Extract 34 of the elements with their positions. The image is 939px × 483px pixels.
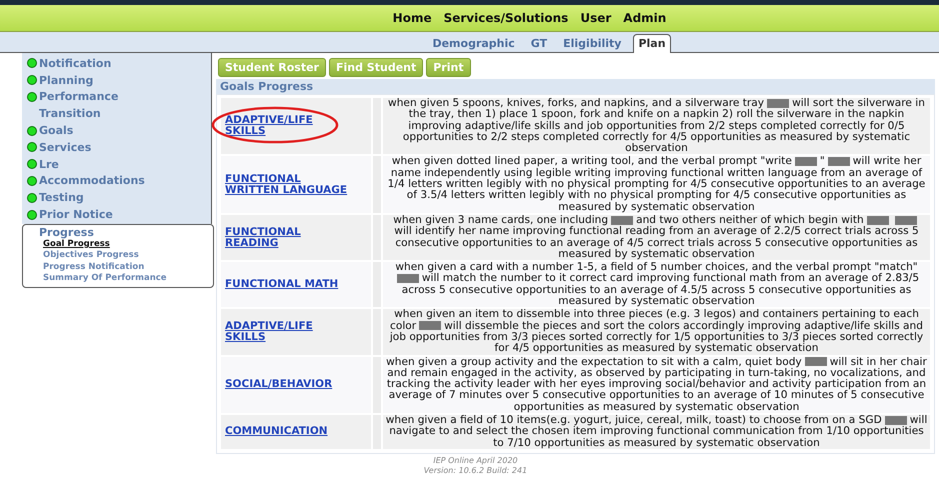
- goal-area-link[interactable]: FUNCTIONAL MATH: [225, 279, 338, 290]
- menu-link[interactable]: Services/Solutions: [444, 11, 568, 25]
- goal-area-link[interactable]: FUNCTIONAL WRITTEN LANGUAGE: [225, 174, 350, 196]
- goal-text: when given a field of 10 items(e.g. yogurt, juice, cereal, milk, toast) to choose from on a SGD will navigate to and select the chosen item improving functional communication from 1/10 opportunities to 7/10 opportunities as measured by systematic observation: [385, 415, 928, 449]
- goal-area-link[interactable]: SOCIAL/BEHAVIOR: [225, 379, 332, 390]
- footer-text: IEP Online April 2020: [433, 456, 518, 466]
- sidebar-item[interactable]: Goals: [39, 124, 74, 138]
- sidebar-item[interactable]: Accommodations: [39, 174, 145, 188]
- tab[interactable]: Eligibility: [559, 35, 626, 52]
- submenu-title: Progress: [38, 226, 95, 239]
- sidebar-item[interactable]: Prior Notice: [39, 208, 113, 222]
- goal-area-link[interactable]: ADAPTIVE/LIFE SKILLS: [225, 115, 350, 138]
- sidebar-item[interactable]: Testing: [39, 191, 84, 204]
- menu-link[interactable]: User: [580, 11, 612, 25]
- sidebar-item[interactable]: Transition: [39, 107, 101, 120]
- tab[interactable]: Plan: [633, 34, 671, 53]
- submenu-item[interactable]: Summary Of Performance: [43, 272, 209, 284]
- menu-link[interactable]: Home: [392, 11, 432, 25]
- sidebar-item[interactable]: Services: [39, 140, 92, 154]
- goal-area-link[interactable]: ADAPTIVE/LIFE SKILLS: [225, 320, 350, 343]
- sidebar-item[interactable]: Planning: [39, 74, 94, 87]
- tab[interactable]: GT: [526, 35, 552, 52]
- footer-text: Version: 10.6.2 Build: 241: [424, 466, 528, 476]
- sidebar-item[interactable]: Performance: [39, 90, 118, 104]
- tab[interactable]: Demographic: [428, 35, 519, 52]
- menu-link[interactable]: Admin: [623, 11, 666, 25]
- submenu-item[interactable]: Progress Notification: [43, 262, 209, 273]
- section-title: Goals Progress: [220, 80, 314, 93]
- sidebar-item[interactable]: Lre: [39, 158, 59, 171]
- sidebar-item[interactable]: Notification: [39, 56, 112, 70]
- goal-area-link[interactable]: COMMUNICATION: [225, 426, 328, 438]
- submenu-item[interactable]: Objectives Progress: [43, 250, 209, 262]
- goal-area-link[interactable]: FUNCTIONAL READING: [225, 226, 350, 249]
- submenu-item[interactable]: Goal Progress: [43, 238, 209, 250]
